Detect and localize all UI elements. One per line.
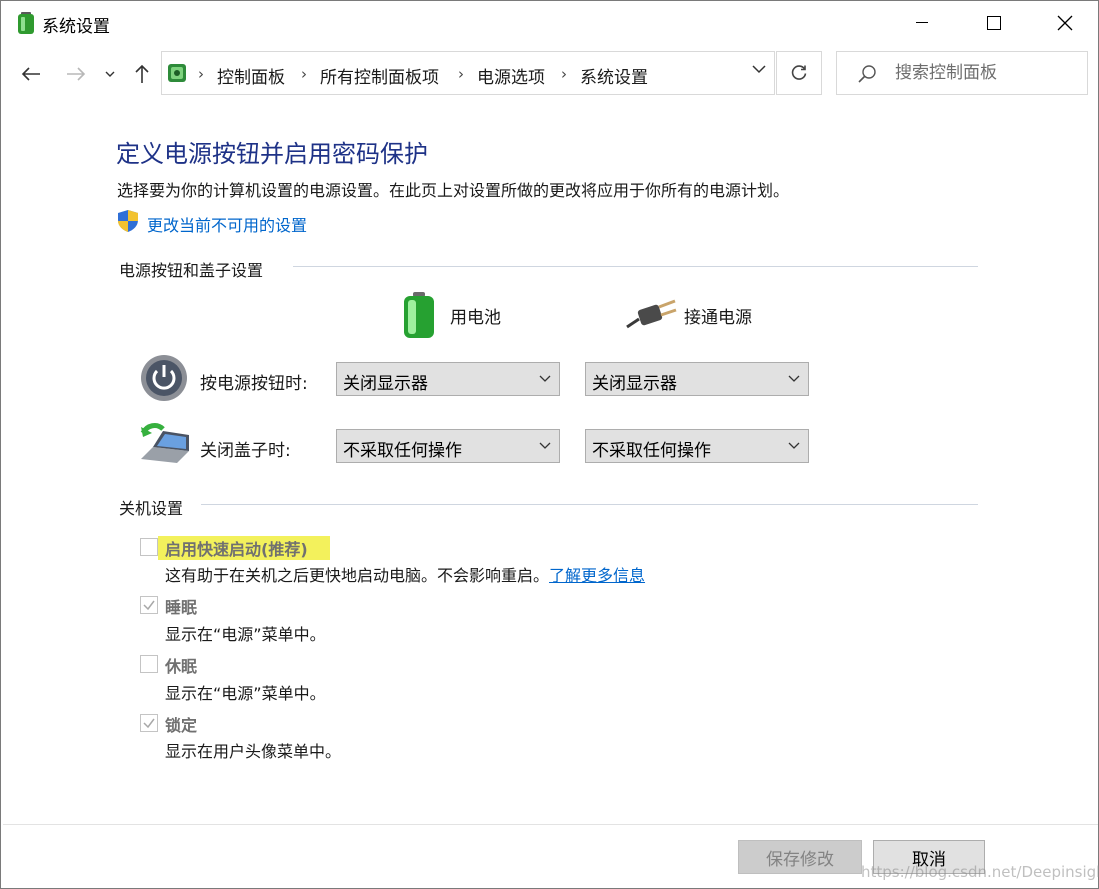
change-unavailable-settings-link[interactable]: 更改当前不可用的设置: [147, 212, 307, 236]
battery-app-icon: [18, 12, 34, 34]
fast-startup-description: 这有助于在关机之后更快地启动电脑。不会影响重启。了解更多信息: [165, 562, 645, 586]
breadcrumb-separator-icon: ›: [561, 65, 567, 83]
chevron-down-icon: [539, 375, 551, 382]
close-icon: [1057, 15, 1073, 31]
checkmark-icon: [143, 718, 155, 729]
close-button[interactable]: [1042, 1, 1088, 45]
breadcrumb-separator-icon: ›: [458, 65, 464, 83]
close-lid-label: 关闭盖子时:: [200, 441, 291, 461]
recent-locations-button[interactable]: [99, 61, 121, 87]
section-divider: [293, 266, 978, 267]
control-panel-icon: [168, 64, 186, 82]
breadcrumb-separator-icon: ›: [301, 65, 307, 83]
breadcrumb-system-settings[interactable]: 系统设置: [580, 63, 648, 88]
hibernate-title: 休眠: [165, 657, 198, 676]
minimize-icon: [916, 22, 928, 23]
close-lid-plugged-select[interactable]: 不采取任何操作: [585, 429, 809, 463]
learn-more-link[interactable]: 了解更多信息: [549, 566, 645, 585]
page-title: 定义电源按钮并启用密码保护: [116, 140, 428, 168]
fast-startup-title: 启用快速启动(推荐): [165, 540, 308, 559]
select-value: 不采取任何操作: [592, 441, 711, 461]
maximize-icon: [987, 16, 1001, 30]
navigation-bar: › 控制面板 › 所有控制面板项 › 电源选项 › 系统设置: [1, 49, 1098, 99]
chevron-down-icon: [105, 71, 115, 77]
up-button[interactable]: [129, 61, 155, 87]
watermark: https://blog.csdn.net/Deepinsight: [861, 863, 1099, 881]
chevron-down-icon: [539, 442, 551, 449]
battery-column-label: 用电池: [450, 308, 501, 328]
window-title: 系统设置: [42, 17, 110, 37]
chevron-down-icon: [788, 442, 800, 449]
title-bar: 系统设置: [1, 1, 1098, 45]
lock-title: 锁定: [165, 716, 198, 735]
breadcrumb-separator-icon: ›: [198, 65, 204, 83]
page-description: 选择要为你的计算机设置的电源设置。在此页上对设置所做的更改将应用于你所有的电源计…: [117, 181, 790, 200]
select-value: 关闭显示器: [343, 374, 428, 394]
power-button-icon: [141, 355, 187, 401]
back-arrow-icon: [21, 67, 40, 81]
power-button-plugged-select[interactable]: 关闭显示器: [585, 362, 809, 396]
breadcrumb-control-panel[interactable]: 控制面板: [217, 63, 285, 88]
plugged-in-column-label: 接通电源: [684, 308, 752, 328]
power-button-label: 按电源按钮时:: [200, 374, 308, 394]
footer-divider: [3, 824, 1098, 825]
chevron-down-icon: [788, 375, 800, 382]
maximize-button[interactable]: [971, 1, 1017, 45]
breadcrumb-all-items[interactable]: 所有控制面板项: [320, 63, 439, 88]
back-button[interactable]: [18, 61, 44, 87]
shutdown-section-label: 关机设置: [119, 495, 194, 519]
fast-startup-desc-text: 这有助于在关机之后更快地启动电脑。不会影响重启。: [165, 566, 550, 585]
search-icon: [858, 65, 876, 83]
laptop-lid-icon: [140, 423, 189, 463]
refresh-button[interactable]: [776, 51, 822, 95]
search-box[interactable]: [836, 51, 1088, 95]
sleep-description: 显示在“电源”菜单中。: [165, 625, 326, 644]
minimize-button[interactable]: [899, 1, 945, 45]
select-value: 不采取任何操作: [343, 441, 462, 461]
address-bar[interactable]: › 控制面板 › 所有控制面板项 › 电源选项 › 系统设置: [161, 51, 775, 95]
power-plug-icon: [626, 299, 677, 329]
lock-checkbox[interactable]: [140, 714, 158, 732]
section-divider: [201, 504, 978, 505]
hibernate-checkbox[interactable]: [140, 655, 158, 673]
sleep-title: 睡眠: [165, 598, 198, 617]
uac-shield-icon: [118, 210, 138, 232]
power-section-label: 电源按钮和盖子设置: [119, 257, 274, 281]
select-value: 关闭显示器: [592, 374, 677, 394]
hibernate-description: 显示在“电源”菜单中。: [165, 684, 326, 703]
battery-icon: [404, 292, 434, 338]
search-input[interactable]: [895, 62, 1075, 84]
close-lid-battery-select[interactable]: 不采取任何操作: [336, 429, 560, 463]
forward-arrow-icon: [67, 67, 86, 81]
breadcrumb-power-options[interactable]: 电源选项: [477, 63, 545, 88]
lock-description: 显示在用户头像菜单中。: [165, 742, 342, 761]
chevron-down-icon[interactable]: [752, 64, 766, 74]
up-arrow-icon: [135, 64, 149, 83]
sleep-checkbox[interactable]: [140, 596, 158, 614]
save-changes-button[interactable]: 保存修改: [738, 840, 862, 874]
forward-button[interactable]: [63, 61, 89, 87]
fast-startup-checkbox[interactable]: [140, 538, 158, 556]
checkmark-icon: [143, 600, 155, 611]
refresh-icon: [791, 65, 807, 80]
power-button-battery-select[interactable]: 关闭显示器: [336, 362, 560, 396]
system-settings-window: 系统设置 › 控制面板 › 所有控制面板项 › 电源选项 › 系统设置 搜索控制…: [0, 0, 1099, 889]
